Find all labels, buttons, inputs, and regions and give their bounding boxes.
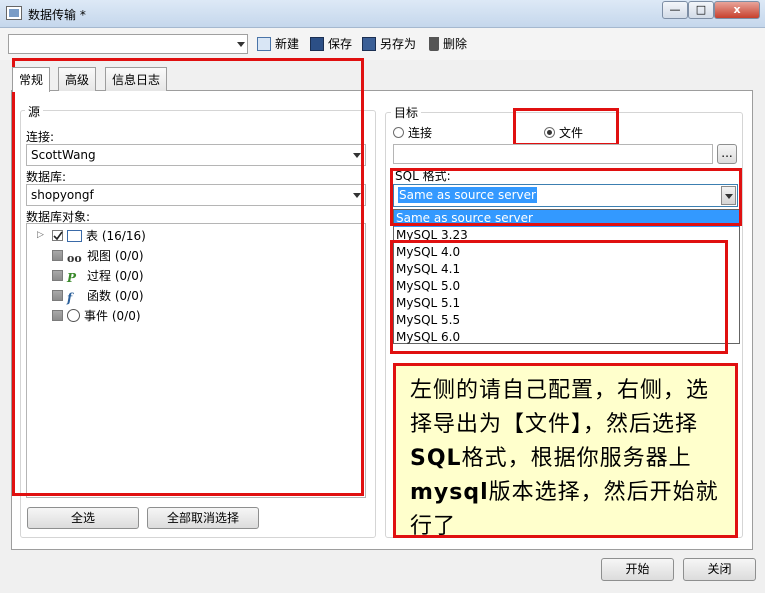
- close-window-button[interactable]: x: [714, 1, 760, 19]
- annotation-bold: SQL: [410, 446, 462, 471]
- save-label: 保存: [328, 37, 353, 51]
- tab-general[interactable]: 常规: [12, 67, 51, 92]
- start-button[interactable]: 开始: [601, 558, 674, 581]
- app-icon: [6, 6, 22, 20]
- save-as-button[interactable]: 另存为: [362, 35, 416, 52]
- trash-icon: [429, 37, 439, 51]
- delete-button[interactable]: 删除: [429, 35, 467, 52]
- annotation-text: 格式，根据你服务器上: [461, 446, 692, 471]
- radio-button[interactable]: [393, 127, 404, 138]
- annotation-text: 左侧的请自己配置，右侧，选择导出为【文件】，然后选择: [410, 378, 710, 437]
- chevron-down-icon: [237, 42, 245, 47]
- save-button[interactable]: 保存: [310, 35, 352, 52]
- window-title: 数据传输 *: [28, 8, 86, 22]
- annotation-bold: mysql: [410, 480, 489, 505]
- maximize-button[interactable]: □: [688, 1, 714, 19]
- delete-label: 删除: [443, 37, 468, 51]
- title-bar: [0, 0, 765, 28]
- highlight-box-file: [513, 108, 619, 146]
- close-button[interactable]: 关闭: [683, 558, 756, 581]
- radio-connection-label: 连接: [408, 126, 433, 140]
- highlight-box-versions: [390, 240, 728, 354]
- select-all-button[interactable]: 全选: [27, 507, 139, 529]
- highlight-box-sql-format: [390, 168, 742, 226]
- radio-connection[interactable]: 连接: [393, 124, 432, 141]
- profile-combo[interactable]: [8, 34, 248, 54]
- save-as-label: 另存为: [380, 37, 417, 51]
- new-icon: [257, 37, 271, 51]
- new-button[interactable]: 新建: [257, 35, 299, 52]
- browse-button[interactable]: ...: [717, 144, 737, 164]
- save-icon: [310, 37, 324, 51]
- file-path-input[interactable]: [393, 144, 713, 164]
- minimize-button[interactable]: —: [662, 1, 688, 19]
- save-as-icon: [362, 37, 376, 51]
- highlight-box-source: [12, 58, 364, 496]
- annotation-note: 左侧的请自己配置，右侧，选择导出为【文件】，然后选择 SQL格式，根据你服务器上 m…: [393, 363, 738, 539]
- target-title: 目标: [391, 104, 422, 121]
- new-label: 新建: [275, 37, 300, 51]
- deselect-all-button[interactable]: 全部取消选择: [147, 507, 259, 529]
